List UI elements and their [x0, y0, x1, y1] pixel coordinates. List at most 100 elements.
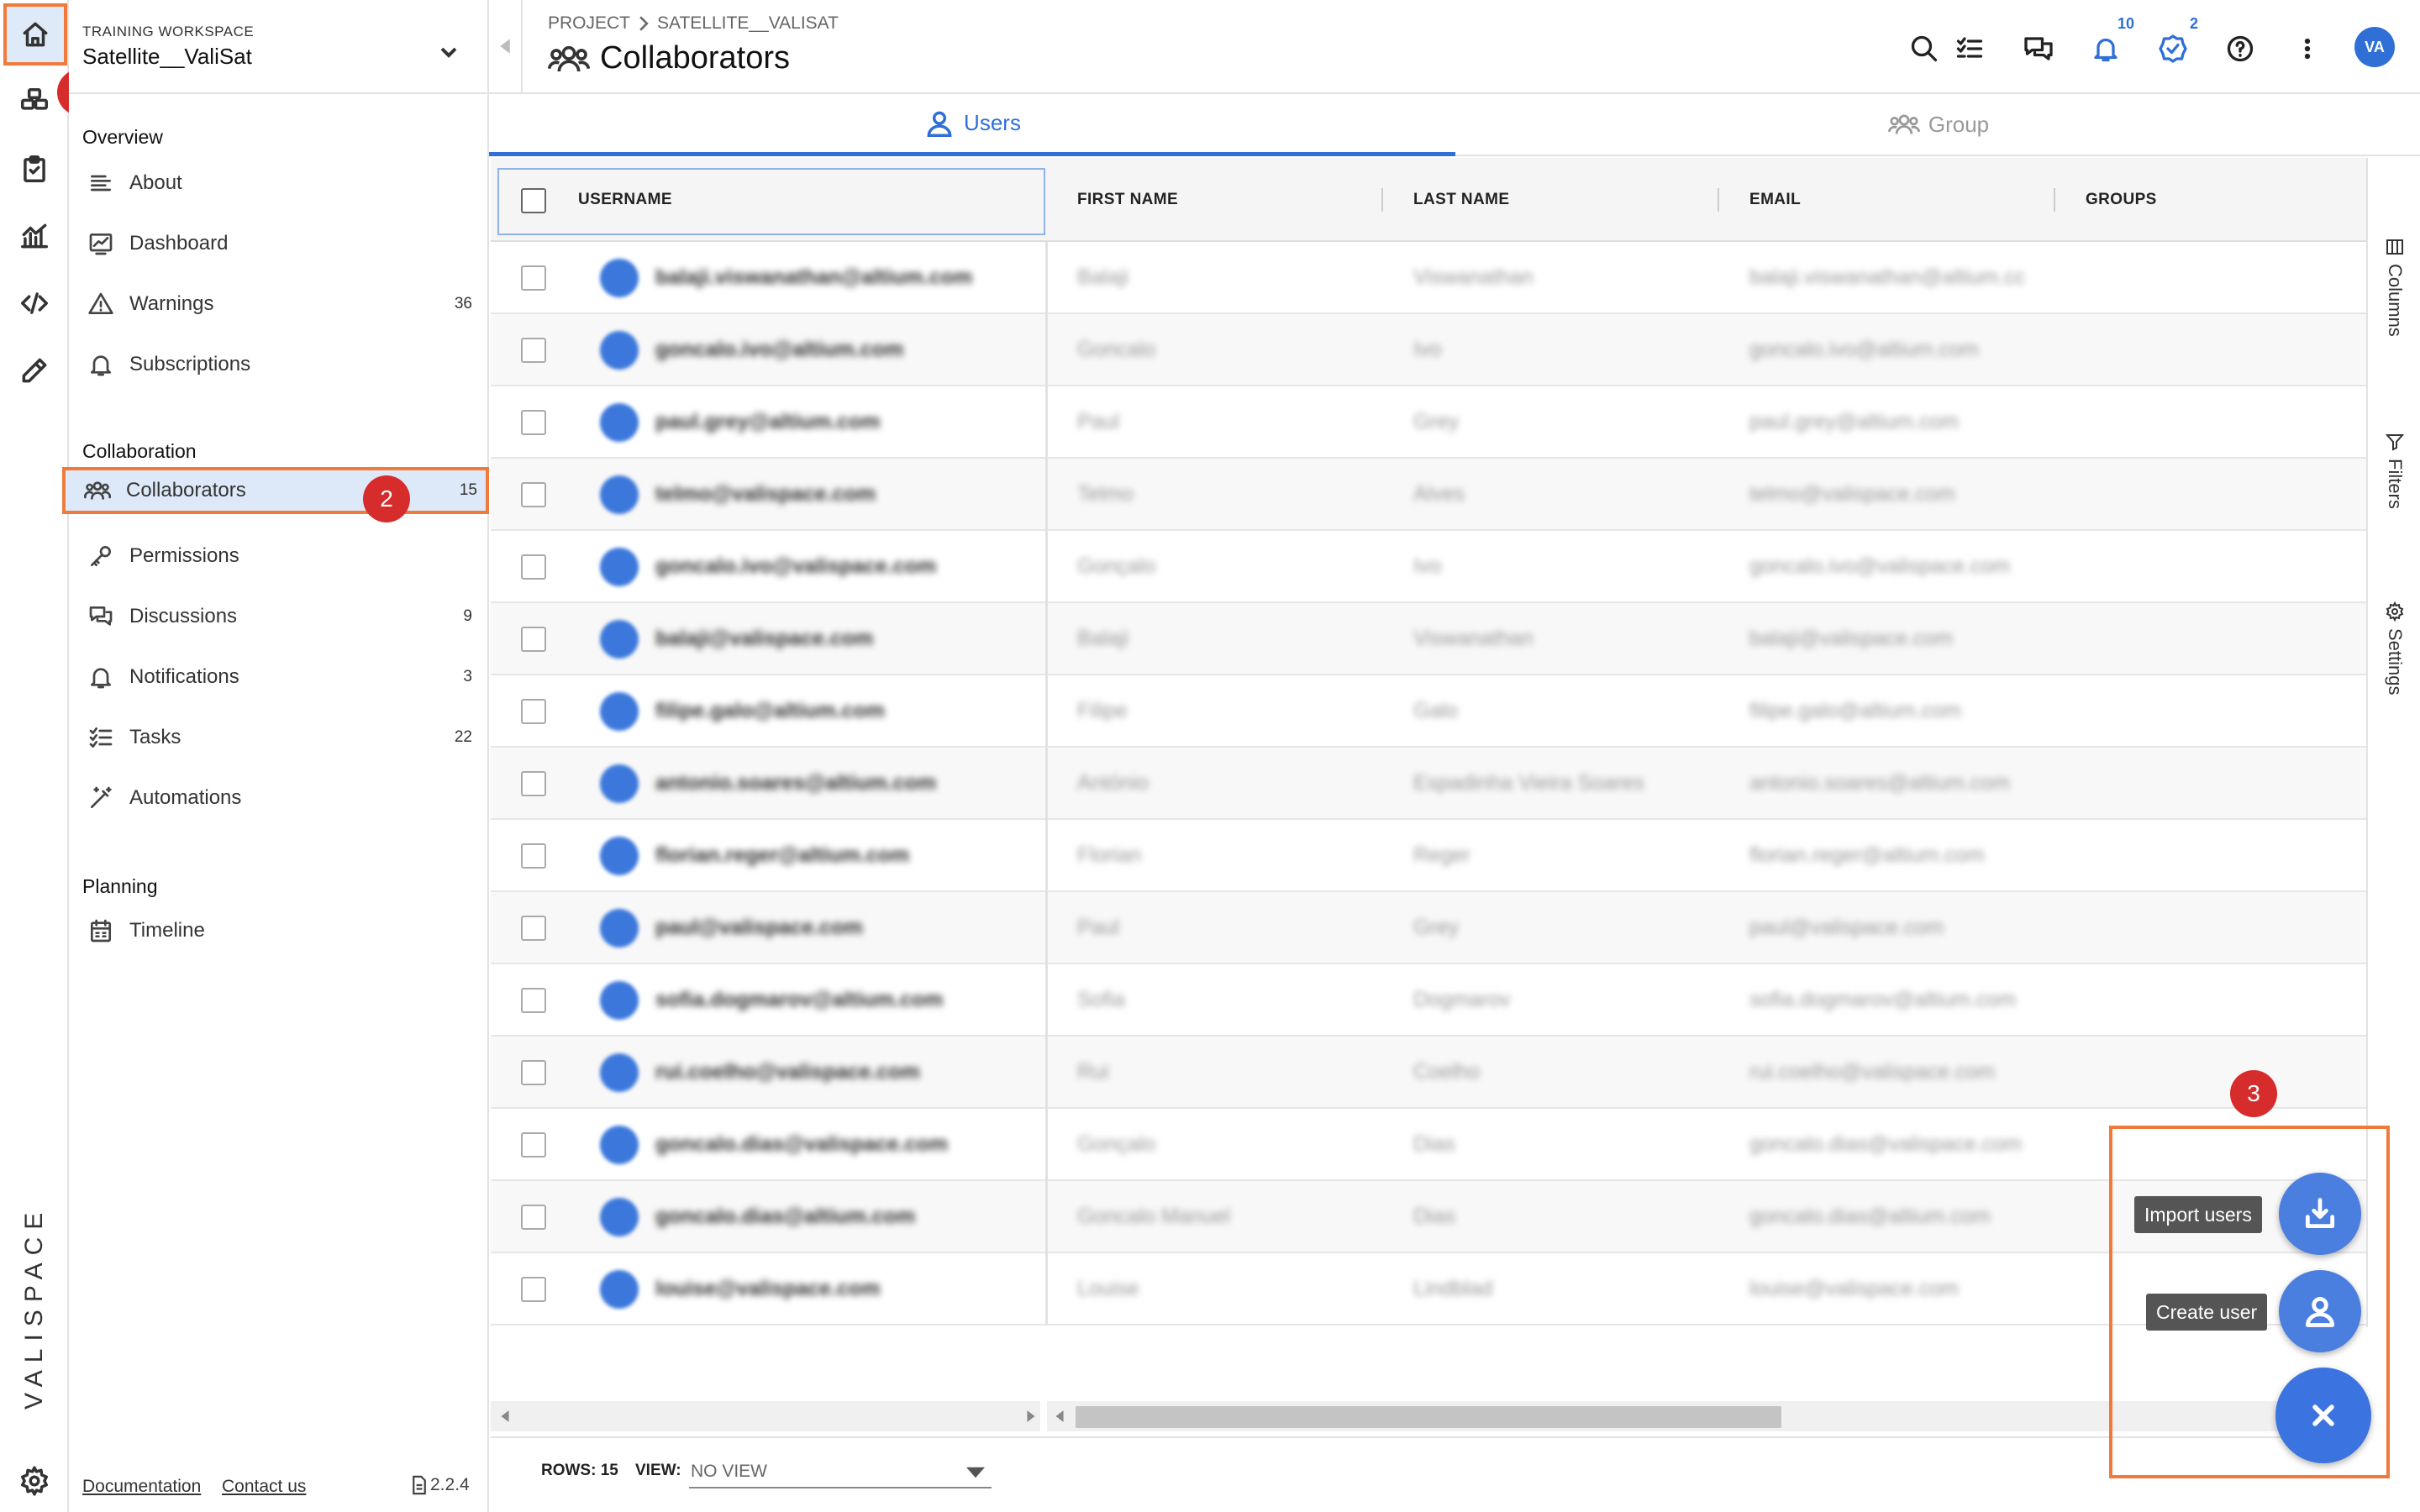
row-checkbox[interactable] [521, 482, 546, 507]
tools-button[interactable] [15, 351, 54, 390]
table-row[interactable]: antonio.soares@altium.com António Espadi… [491, 748, 2366, 820]
search-button[interactable] [1906, 30, 1943, 67]
tab-group[interactable]: Group [1455, 94, 2420, 156]
select-all-checkbox[interactable] [521, 188, 546, 213]
sidebar-item-timeline[interactable]: Timeline [82, 907, 481, 954]
table-row[interactable]: paul.grey@altium.com Paul Grey paul.grey… [491, 386, 2366, 459]
table-row[interactable]: goncalo.ivo@valispace.com Gonçalo Ivo go… [491, 531, 2366, 603]
scroll-right-arrow[interactable] [1025, 1410, 1037, 1423]
page-title-area: Collaborators [548, 40, 790, 76]
row-checkbox[interactable] [521, 338, 546, 363]
more-menu-button[interactable] [2289, 30, 2326, 67]
table-row[interactable]: florian.reger@altium.com Florian Reger f… [491, 820, 2366, 892]
scroll-left-arrow[interactable] [1054, 1410, 1065, 1423]
column-resize-handle[interactable] [1381, 188, 1383, 212]
email-cell: paul.grey@altium.com [1749, 410, 1960, 433]
horizontal-scrollbar[interactable] [491, 1401, 2366, 1431]
view-select[interactable]: NO VIEW [689, 1453, 992, 1488]
notifications-button[interactable] [2087, 30, 2124, 67]
table-row[interactable]: goncalo.dias@altium.com Goncalo Manuel D… [491, 1181, 2366, 1253]
column-header-first-name[interactable]: FIRST NAME [1077, 158, 1178, 242]
filters-tool-tab[interactable]: Filters [2375, 432, 2415, 509]
close-fab-button[interactable] [2275, 1368, 2371, 1463]
columns-tool-tab[interactable]: Columns [2375, 237, 2415, 337]
row-checkbox[interactable] [521, 916, 546, 941]
documentation-link[interactable]: Documentation [82, 1477, 201, 1497]
column-header-last-name[interactable]: LAST NAME [1413, 158, 1509, 242]
column-header-email[interactable]: EMAIL [1749, 158, 1801, 242]
home-button[interactable] [3, 3, 67, 66]
row-checkbox[interactable] [521, 554, 546, 580]
scroll-left-arrow[interactable] [499, 1410, 511, 1423]
table-row[interactable]: rui.coelho@valispace.com Rui Coelho rui.… [491, 1037, 2366, 1109]
collapse-sidebar-button[interactable] [489, 0, 523, 92]
sidebar-item-collaborators[interactable]: Collaborators 15 [62, 467, 489, 514]
row-checkbox[interactable] [521, 410, 546, 435]
sidebar-item-about[interactable]: About [82, 160, 481, 207]
row-checkbox[interactable] [521, 265, 546, 291]
sidebar-item-notifications[interactable]: Notifications 3 [82, 654, 481, 701]
workspace-dropdown[interactable] [435, 39, 462, 66]
tab-label: Users [964, 110, 1021, 135]
analytics-button[interactable] [15, 217, 54, 255]
last-name-cell: Espadinha Vieira Soares [1413, 771, 1644, 795]
contact-us-link[interactable]: Contact us [222, 1477, 306, 1497]
sidebar-item-label: Automations [129, 786, 242, 809]
row-checkbox[interactable] [521, 771, 546, 796]
breadcrumb-project[interactable]: PROJECT [548, 13, 630, 34]
scripting-button[interactable] [15, 284, 54, 323]
column-resize-handle[interactable] [2054, 188, 2055, 212]
workspace-name[interactable]: Satellite__ValiSat [82, 44, 252, 70]
sidebar-item-warnings[interactable]: Warnings 36 [82, 281, 481, 328]
table-row[interactable]: balaji.viswanathan@altium.com Balaji Vis… [491, 242, 2366, 314]
table-row[interactable]: goncalo.dias@valispace.com Gonçalo Dias … [491, 1109, 2366, 1181]
row-checkbox[interactable] [521, 843, 546, 869]
breadcrumb-item[interactable]: SATELLITE__VALISAT [657, 13, 839, 34]
avatar [600, 548, 639, 586]
discussions-button[interactable] [2020, 30, 2057, 67]
sidebar-item-automations[interactable]: Automations [82, 774, 481, 822]
column-resize-handle[interactable] [1718, 188, 1719, 212]
settings-button[interactable] [15, 1462, 54, 1500]
sidebar-item-subscriptions[interactable]: Subscriptions [82, 341, 481, 388]
my-tasks-button[interactable] [2154, 30, 2191, 67]
help-button[interactable] [2222, 30, 2259, 67]
row-checkbox[interactable] [521, 1060, 546, 1085]
tab-users[interactable]: Users [489, 94, 1455, 156]
annotation-badge-3: 3 [2230, 1070, 2277, 1117]
calendar-icon [87, 917, 114, 944]
chat-icon [2024, 37, 2053, 60]
settings-tool-tab[interactable]: Settings [2375, 601, 2415, 696]
table-row[interactable]: sofia.dogmarov@altium.com Sofia Dogmarov… [491, 964, 2366, 1037]
table-row[interactable]: goncalo.ivo@altium.com Goncalo Ivo gonca… [491, 314, 2366, 386]
requirements-button[interactable] [15, 150, 54, 188]
scroll-thumb[interactable] [1076, 1406, 1781, 1428]
table-row[interactable]: filipe.galo@altium.com Filipe Galo filip… [491, 675, 2366, 748]
tab-label: Group [1928, 111, 1990, 137]
row-checkbox[interactable] [521, 627, 546, 652]
user-avatar[interactable]: VA [2354, 27, 2395, 67]
components-button[interactable] [15, 82, 54, 121]
column-header-username[interactable]: USERNAME [578, 158, 672, 242]
row-checkbox[interactable] [521, 1132, 546, 1158]
column-header-groups[interactable]: GROUPS [2086, 158, 2157, 242]
row-checkbox[interactable] [521, 988, 546, 1013]
last-name-cell: Viswanathan [1413, 265, 1534, 289]
table-row[interactable]: louise@valispace.com Louise Lindblad lou… [491, 1253, 2366, 1326]
sidebar-item-dashboard[interactable]: Dashboard [82, 220, 481, 267]
create-user-button[interactable] [2279, 1270, 2361, 1352]
sidebar-item-permissions[interactable]: Permissions [82, 533, 481, 580]
sidebar-item-discussions[interactable]: Discussions 9 [82, 593, 481, 640]
pinned-scroll-track[interactable] [491, 1401, 1040, 1431]
row-checkbox[interactable] [521, 1205, 546, 1230]
table-row[interactable]: telmo@valispace.com Telmo Alves telmo@va… [491, 459, 2366, 531]
table-row[interactable]: balaji@valispace.com Balaji Viswanathan … [491, 603, 2366, 675]
table-row[interactable]: paul@valispace.com Paul Grey paul@valisp… [491, 892, 2366, 964]
import-users-button[interactable] [2279, 1173, 2361, 1255]
task-list-button[interactable] [1951, 30, 1988, 67]
ruler-pencil-icon [22, 358, 47, 383]
sidebar-item-tasks[interactable]: Tasks 22 [82, 714, 481, 761]
row-checkbox[interactable] [521, 1277, 546, 1302]
row-checkbox[interactable] [521, 699, 546, 724]
sidebar-item-label: Subscriptions [129, 353, 251, 375]
